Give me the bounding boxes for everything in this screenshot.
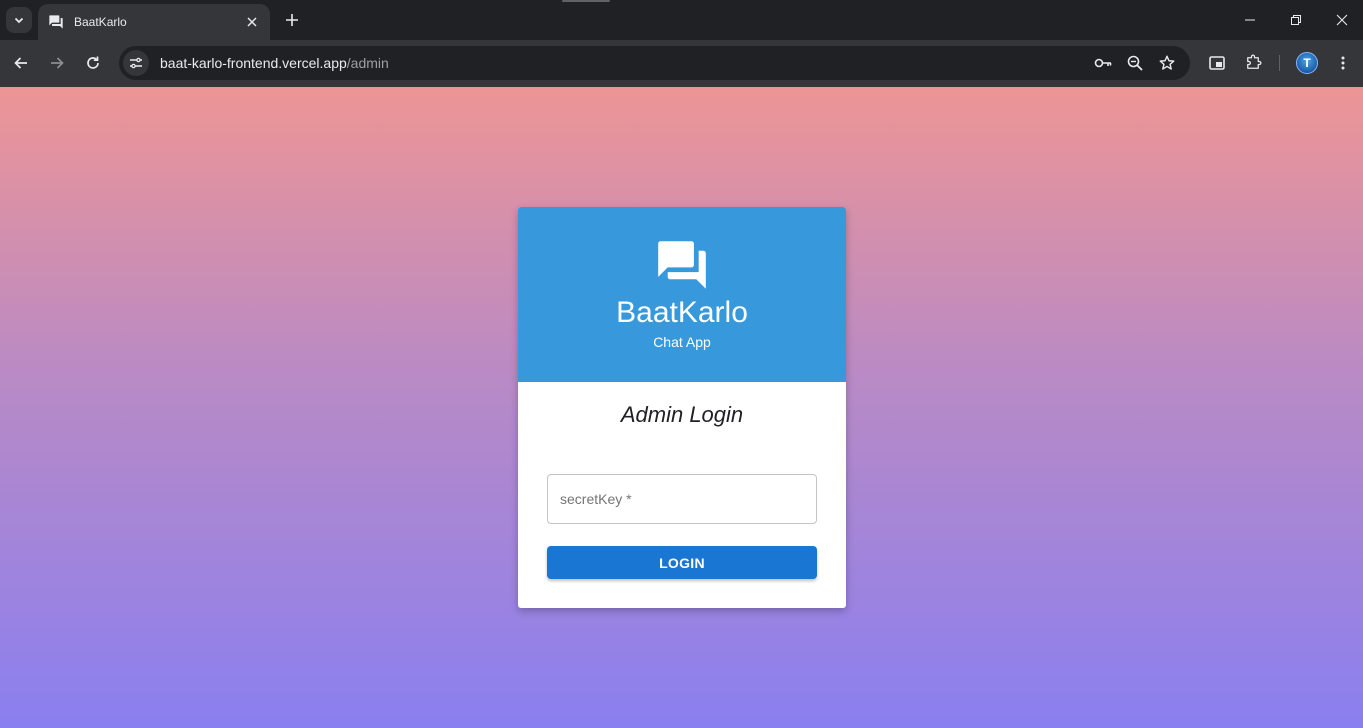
bookmark-star-icon[interactable]	[1155, 51, 1179, 75]
close-tab-icon[interactable]	[244, 14, 260, 30]
tab-search-button[interactable]	[6, 7, 32, 33]
window-drag-handle[interactable]	[562, 0, 610, 2]
forward-button[interactable]	[43, 49, 71, 77]
card-header: BaatKarlo Chat App	[518, 207, 846, 382]
chevron-down-icon	[14, 17, 24, 24]
extensions-puzzle-icon[interactable]	[1241, 51, 1265, 75]
back-button[interactable]	[7, 49, 35, 77]
close-icon	[1336, 14, 1348, 26]
url-path: /admin	[346, 55, 389, 71]
tab-baatkarlo[interactable]: BaatKarlo	[38, 4, 270, 40]
login-button[interactable]: LOGIN	[547, 546, 817, 579]
new-tab-button[interactable]	[280, 8, 304, 32]
tab-title: BaatKarlo	[74, 15, 127, 29]
zoom-icon[interactable]	[1123, 51, 1147, 75]
minimize-button[interactable]	[1227, 0, 1273, 40]
restore-icon	[1291, 15, 1301, 25]
address-bar[interactable]: baat-karlo-frontend.vercel.app/admin	[119, 46, 1190, 80]
arrow-left-icon	[14, 57, 27, 69]
plus-icon	[286, 14, 298, 26]
page-title: Admin Login	[620, 402, 744, 427]
toolbar-divider	[1279, 55, 1280, 71]
tune-icon	[130, 57, 142, 69]
secret-key-field[interactable]	[547, 474, 817, 524]
picture-in-picture-icon[interactable]	[1205, 51, 1229, 75]
password-key-icon[interactable]	[1091, 51, 1115, 75]
secret-key-input[interactable]	[548, 475, 816, 523]
app-tagline: Chat App	[653, 334, 711, 350]
admin-login-card: BaatKarlo Chat App Admin Login LOGIN	[518, 207, 846, 608]
tab-strip: BaatKarlo	[0, 0, 1363, 40]
reload-icon	[87, 56, 99, 69]
minimize-icon	[1245, 19, 1255, 21]
arrow-right-icon	[51, 57, 64, 69]
chat-bubbles-icon	[658, 241, 706, 289]
profile-avatar[interactable]: T	[1296, 52, 1318, 74]
chat-bubbles-icon	[48, 14, 64, 30]
site-info-button[interactable]	[123, 50, 149, 76]
url-host: baat-karlo-frontend.vercel.app	[160, 55, 347, 71]
close-window-button[interactable]	[1319, 0, 1363, 40]
restore-button[interactable]	[1273, 0, 1319, 40]
avatar-initial: T	[1303, 56, 1311, 70]
browser-toolbar: baat-karlo-frontend.vercel.app/admin T	[0, 40, 1363, 87]
more-menu-icon[interactable]	[1331, 51, 1355, 75]
url-text[interactable]: baat-karlo-frontend.vercel.app/admin	[160, 55, 389, 71]
page-viewport: BaatKarlo Chat App Admin Login LOGIN	[0, 87, 1363, 728]
app-name: BaatKarlo	[616, 296, 748, 329]
reload-button[interactable]	[79, 49, 107, 77]
